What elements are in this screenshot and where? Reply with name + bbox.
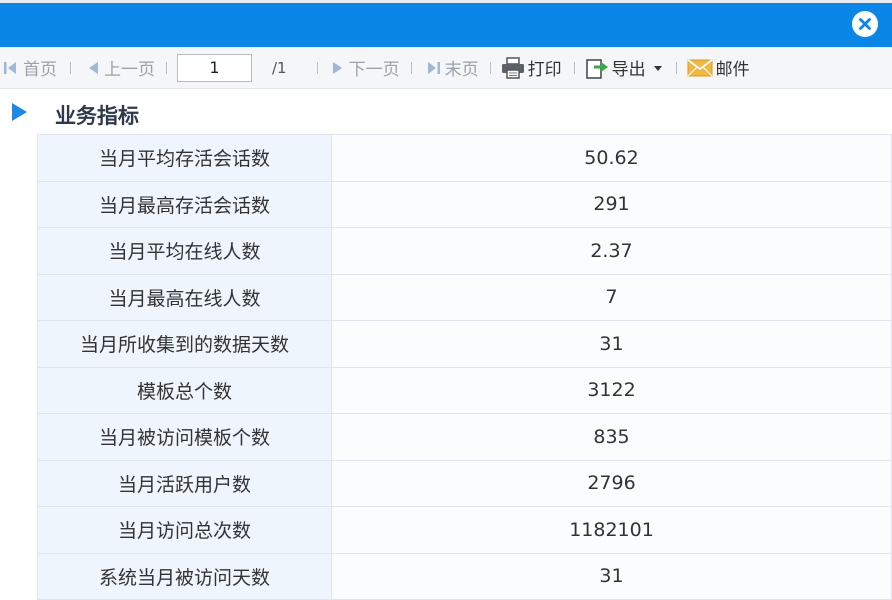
metric-label: 模板总个数 [37,366,332,414]
metric-label: 当月最高在线人数 [37,273,332,321]
table-row: 模板总个数 3122 [37,366,892,414]
metric-value: 291 [331,180,892,228]
toolbar-divider [410,61,412,74]
triangle-right-icon [12,103,27,121]
toolbar-divider [573,61,575,74]
mail-button[interactable]: 邮件 [687,47,750,89]
metric-label: 当月平均存活会话数 [37,134,332,182]
chevron-down-icon [653,65,662,71]
close-button[interactable] [852,11,878,37]
toolbar-divider [675,61,677,74]
close-icon [853,12,877,36]
table-row: 当月平均在线人数 2.37 [37,227,892,275]
print-label: 打印 [527,60,562,80]
section-header: 业务指标 [0,90,892,134]
page-number-input[interactable] [177,53,252,82]
next-page-button[interactable]: 下一页 [330,47,400,89]
first-page-label: 首页 [23,60,57,80]
printer-icon [501,56,524,79]
toolbar-divider [316,61,318,74]
metric-value: 31 [331,320,892,368]
metric-value: 1182101 [331,506,892,554]
section-title: 业务指标 [55,104,139,128]
report-toolbar: 首页 上一页 /1 下一页 末页 打印 [0,47,892,89]
table-row: 当月被访问模板个数 835 [37,413,892,461]
table-row: 当月平均存活会话数 50.62 [37,134,892,182]
metric-value: 7 [331,273,892,321]
metric-value: 3122 [331,366,892,414]
metric-label: 系统当月被访问天数 [37,552,332,600]
metric-label: 当月最高存活会话数 [37,180,332,228]
page-total-label: /1 [272,58,287,77]
metric-label: 当月所收集到的数据天数 [37,320,332,368]
toolbar-divider [70,61,71,74]
title-bar-top-strip [0,0,892,3]
metric-value: 31 [331,552,892,600]
metric-value: 835 [331,413,892,461]
export-icon [585,58,608,79]
metric-label: 当月被访问模板个数 [37,413,332,461]
export-button[interactable]: 导出 [585,47,665,89]
last-page-label: 末页 [444,60,479,80]
prev-page-label: 上一页 [104,60,155,80]
prev-page-button[interactable]: 上一页 [85,47,155,89]
export-label: 导出 [611,60,646,80]
table-row: 当月最高在线人数 7 [37,273,892,321]
first-page-button[interactable]: 首页 [2,47,57,89]
table-row: 当月最高存活会话数 291 [37,180,892,228]
table-row: 当月所收集到的数据天数 31 [37,320,892,368]
toolbar-divider [489,61,491,74]
first-page-icon [4,61,16,74]
print-button[interactable]: 打印 [501,47,562,89]
last-page-button[interactable]: 末页 [424,47,479,89]
table-row: 系统当月被访问天数 31 [37,552,892,600]
metric-value: 2796 [331,459,892,507]
prev-page-icon [89,61,98,74]
next-page-icon [332,61,342,74]
metrics-table: 当月平均存活会话数 50.62 当月最高存活会话数 291 当月平均在线人数 2… [37,134,892,600]
metric-label: 当月访问总次数 [37,506,332,554]
metric-value: 50.62 [331,134,892,182]
table-row: 当月活跃用户数 2796 [37,459,892,507]
next-page-label: 下一页 [348,60,400,80]
metric-label: 当月活跃用户数 [37,459,332,507]
mail-icon [687,58,713,76]
last-page-icon [427,61,440,74]
table-row: 当月访问总次数 1182101 [37,506,892,554]
metric-value: 2.37 [331,227,892,275]
metric-label: 当月平均在线人数 [37,227,332,275]
mail-label: 邮件 [715,60,750,80]
toolbar-divider [166,61,167,74]
window-title-bar [0,0,892,47]
